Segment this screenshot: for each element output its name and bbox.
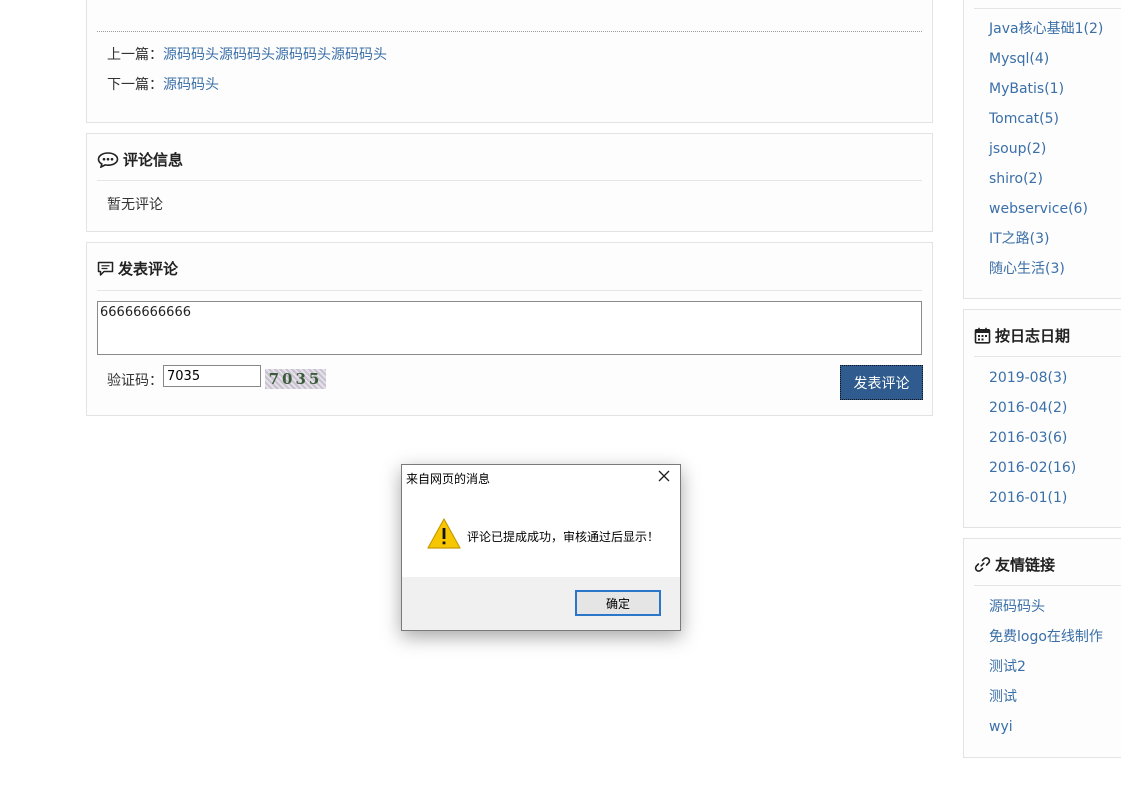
category-link[interactable]: shiro(2)	[989, 171, 1043, 187]
captcha-label: 验证码：	[107, 373, 163, 389]
prev-article-link[interactable]: 源码码头源码码头源码码头源码码头	[163, 47, 387, 63]
sidebar-dates-panel: 按日志日期 2019-08(3) 2016-04(2) 2016-03(6) 2…	[963, 309, 1121, 528]
chat-bubble-icon	[97, 151, 119, 168]
prev-article-label: 上一篇：	[107, 47, 163, 63]
category-link[interactable]: 随心生活(3)	[989, 261, 1065, 277]
category-link[interactable]: webservice(6)	[989, 201, 1088, 217]
post-comment-title-text: 发表评论	[118, 260, 179, 278]
friend-link[interactable]: 免费logo在线制作	[989, 629, 1103, 645]
categories-divider	[974, 8, 1121, 9]
next-article-row: 下一篇：源码码头	[107, 74, 219, 94]
article-nav-panel: 上一篇：源码码头源码码头源码码头源码码头 下一篇：源码码头	[86, 0, 933, 123]
calendar-icon	[974, 327, 991, 344]
date-archive-link[interactable]: 2016-04(2)	[989, 400, 1067, 416]
date-archive-link[interactable]: 2016-02(16)	[989, 460, 1076, 476]
next-article-label: 下一篇：	[107, 77, 163, 93]
no-comments-text: 暂无评论	[107, 197, 163, 213]
category-link[interactable]: Tomcat(5)	[989, 111, 1059, 127]
ok-button[interactable]: 确定	[575, 590, 661, 616]
links-title: 友情链接	[974, 554, 1055, 575]
category-list: Java核心基础1(2) Mysql(4) MyBatis(1) Tomcat(…	[989, 14, 1103, 284]
links-title-divider	[974, 585, 1121, 586]
comment-textarea[interactable]: 66666666666	[97, 301, 922, 355]
date-archive-link[interactable]: 2016-03(6)	[989, 430, 1067, 446]
comments-title-divider	[97, 180, 922, 181]
comment-icon	[97, 261, 114, 276]
comments-title: 评论信息	[97, 149, 183, 170]
captcha-image[interactable]: 7035	[265, 369, 326, 389]
comments-title-text: 评论信息	[123, 151, 184, 169]
friend-link[interactable]: wyi	[989, 719, 1013, 735]
comments-panel: 评论信息 暂无评论	[86, 133, 933, 232]
friend-link[interactable]: 源码码头	[989, 599, 1045, 615]
nav-divider	[97, 31, 922, 32]
friend-link[interactable]: 测试2	[989, 659, 1026, 675]
category-link[interactable]: Java核心基础1(2)	[989, 21, 1103, 37]
date-archive-list: 2019-08(3) 2016-04(2) 2016-03(6) 2016-02…	[989, 363, 1076, 513]
post-comment-title-divider	[97, 290, 922, 291]
sidebar-links-panel: 友情链接 源码码头 免费logo在线制作 测试2 测试 wyi	[963, 538, 1121, 758]
sidebar-categories-panel: Java核心基础1(2) Mysql(4) MyBatis(1) Tomcat(…	[963, 0, 1121, 299]
dates-title-text: 按日志日期	[995, 327, 1071, 345]
category-link[interactable]: Mysql(4)	[989, 51, 1049, 67]
category-link[interactable]: IT之路(3)	[989, 231, 1050, 247]
date-archive-link[interactable]: 2016-01(1)	[989, 490, 1067, 506]
submit-comment-button[interactable]: 发表评论	[840, 365, 923, 400]
date-archive-link[interactable]: 2019-08(3)	[989, 370, 1067, 386]
warning-icon	[427, 518, 461, 549]
next-article-link[interactable]: 源码码头	[163, 77, 219, 93]
friend-link-list: 源码码头 免费logo在线制作 测试2 测试 wyi	[989, 592, 1103, 742]
dates-title: 按日志日期	[974, 325, 1070, 346]
prev-article-row: 上一篇：源码码头源码码头源码码头源码码头	[107, 44, 387, 64]
category-link[interactable]: MyBatis(1)	[989, 81, 1064, 97]
post-comment-title: 发表评论	[97, 258, 178, 279]
close-icon[interactable]	[656, 469, 672, 485]
alert-dialog: 来自网页的消息 评论已提成成功，审核通过后显示！ 确定	[401, 464, 681, 631]
dialog-footer: 确定	[402, 577, 680, 630]
dialog-title: 来自网页的消息	[406, 472, 491, 486]
dates-title-divider	[974, 356, 1121, 357]
dialog-message: 评论已提成成功，审核通过后显示！	[467, 530, 660, 544]
friend-link[interactable]: 测试	[989, 689, 1017, 705]
post-comment-panel: 发表评论 66666666666 验证码： 7035 发表评论	[86, 242, 933, 416]
captcha-input[interactable]	[163, 365, 261, 387]
link-chain-icon	[974, 557, 991, 572]
links-title-text: 友情链接	[995, 556, 1056, 574]
close-x-glyph	[658, 470, 670, 482]
category-link[interactable]: jsoup(2)	[989, 141, 1046, 157]
